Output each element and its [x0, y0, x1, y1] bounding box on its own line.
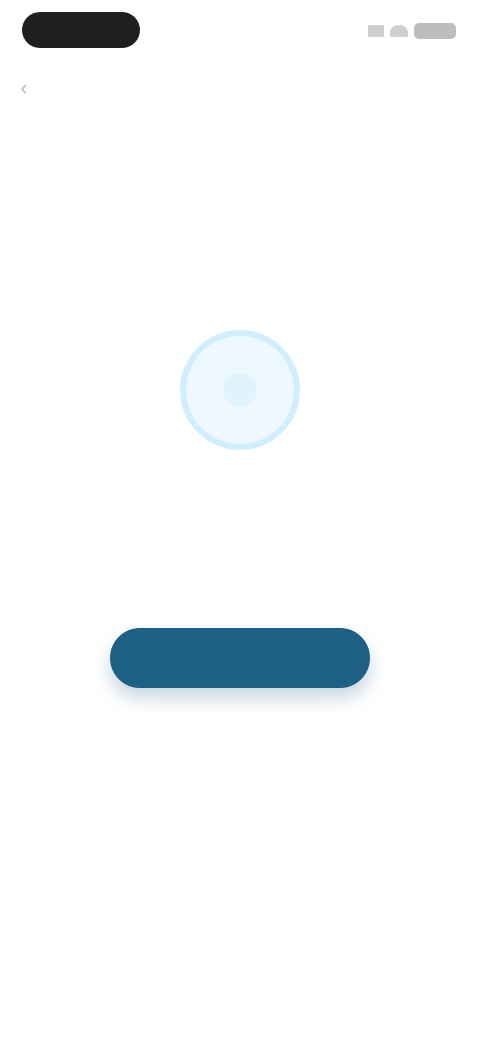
- empty-state-icon: [180, 330, 300, 450]
- status-icons: [368, 22, 456, 40]
- battery-icon: [414, 23, 456, 39]
- empty-state: [0, 330, 480, 494]
- wifi-icon: [390, 25, 408, 37]
- status-bar: [0, 0, 480, 64]
- primary-cta-button[interactable]: [110, 628, 370, 688]
- status-pill: [22, 12, 140, 48]
- top-header: ‹: [0, 64, 480, 112]
- chevron-left-icon: ‹: [20, 75, 28, 100]
- back-button[interactable]: ‹: [10, 74, 38, 102]
- signal-icon: [368, 25, 384, 37]
